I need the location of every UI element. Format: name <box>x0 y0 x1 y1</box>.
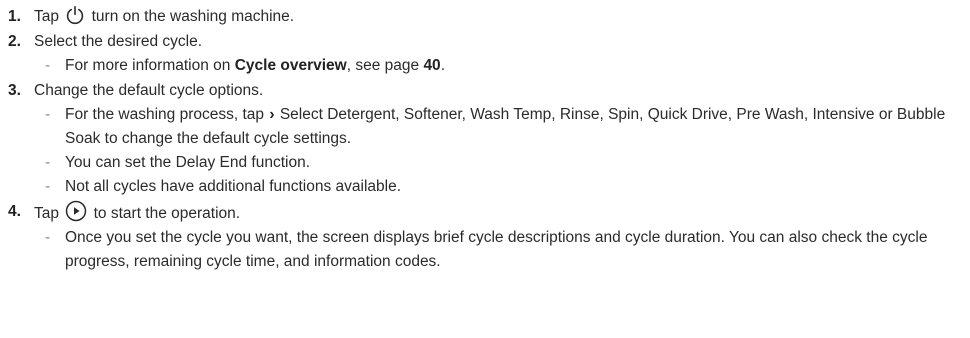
instruction-list: 1. Tap turn on the washing machine. 2. S… <box>0 0 970 274</box>
step-number: 2. <box>8 33 21 50</box>
sub-text: Once you set the cycle you want, the scr… <box>65 229 928 270</box>
step-number: 4. <box>8 203 21 220</box>
dash-bullet: - <box>45 229 51 246</box>
sub-text: , see page <box>346 57 424 74</box>
step-text: Tap <box>34 205 59 222</box>
step-number: 3. <box>8 82 21 99</box>
power-icon <box>65 5 85 25</box>
sub-item: - Once you set the cycle you want, the s… <box>34 226 970 274</box>
step-text: Tap <box>34 8 59 25</box>
page-number-reference: 40 <box>423 57 441 74</box>
sub-text: For more information on <box>65 57 235 74</box>
step-4: 4. Tap to start the operation. - Once yo… <box>0 200 970 274</box>
dash-bullet: - <box>45 154 51 171</box>
chevron-right-icon: › <box>269 106 275 123</box>
cycle-overview-reference: Cycle overview <box>234 57 347 74</box>
dash-bullet: - <box>45 57 51 74</box>
sub-text: . <box>440 57 445 74</box>
step-1: 1. Tap turn on the washing machine. <box>0 5 970 29</box>
step-text: Select the desired cycle. <box>34 33 203 50</box>
sub-item: - For the washing process, tap › Select … <box>34 103 970 151</box>
play-icon <box>65 200 87 222</box>
step-text: turn on the washing machine. <box>91 8 295 25</box>
sub-text: For the washing process, tap <box>65 106 265 123</box>
dash-bullet: - <box>45 106 51 123</box>
sub-item: - Not all cycles have additional functio… <box>34 175 970 199</box>
sub-text: Not all cycles have additional functions… <box>65 178 402 195</box>
dash-bullet: - <box>45 178 51 195</box>
step-text: to start the operation. <box>93 205 241 222</box>
step-number: 1. <box>8 8 21 25</box>
step-text: Change the default cycle options. <box>34 82 264 99</box>
sub-text: You can set the Delay End function. <box>65 154 311 171</box>
sub-item: - You can set the Delay End function. <box>34 151 970 175</box>
step-2: 2. Select the desired cycle. - For more … <box>0 30 970 78</box>
step-3: 3. Change the default cycle options. - F… <box>0 79 970 199</box>
sub-item: - For more information on Cycle overview… <box>34 54 970 78</box>
